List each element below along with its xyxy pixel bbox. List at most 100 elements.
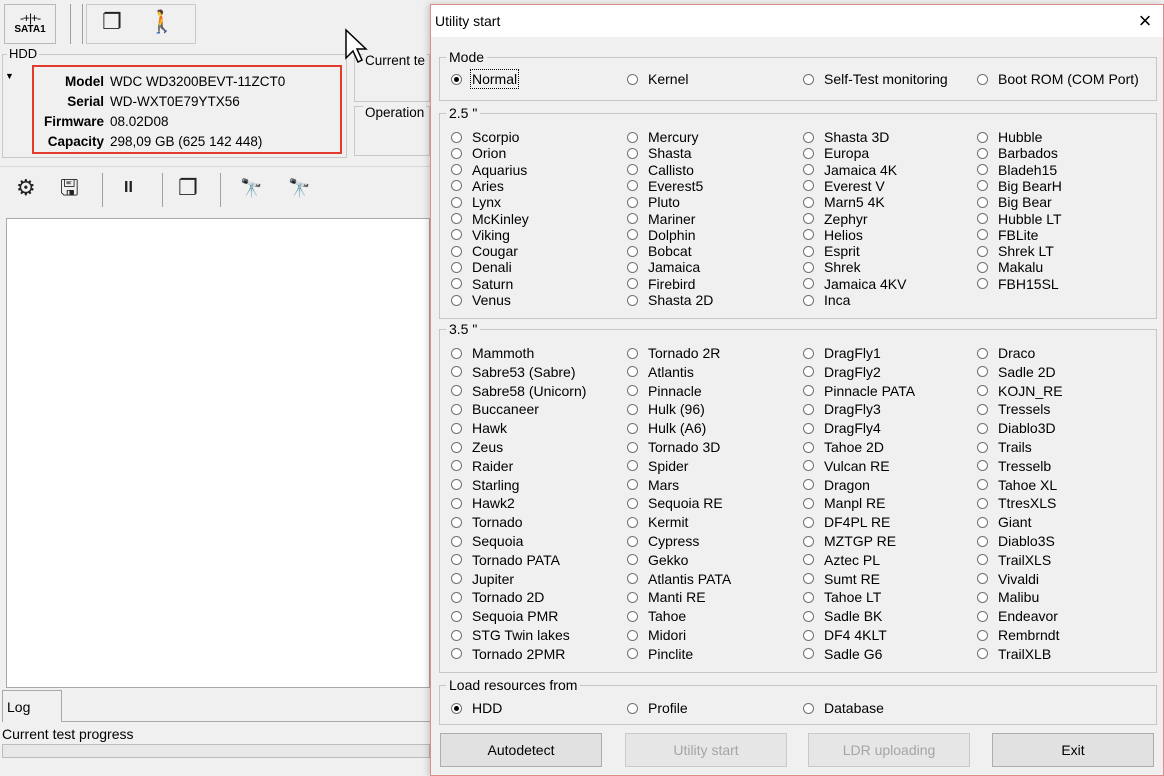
radio-circle-icon[interactable] xyxy=(627,403,638,415)
model35-radio-trailxls[interactable]: TrailXLS xyxy=(977,552,1051,568)
radio-circle-icon[interactable] xyxy=(451,147,462,159)
model35-radio-tahoe[interactable]: Tahoe xyxy=(627,608,686,624)
radio-circle-icon[interactable] xyxy=(451,403,462,415)
binoculars-icon[interactable]: 🔭 xyxy=(240,175,262,201)
utility-start-button[interactable]: Utility start xyxy=(625,733,787,767)
model25-radio-saturn[interactable]: Saturn xyxy=(451,276,513,292)
radio-circle-icon[interactable] xyxy=(451,648,462,660)
radio-circle-icon[interactable] xyxy=(977,385,988,397)
radio-circle-icon[interactable] xyxy=(627,554,638,566)
radio-circle-icon[interactable] xyxy=(451,229,462,241)
model25-radio-europa[interactable]: Europa xyxy=(803,145,869,161)
model35-radio-tornado-2d[interactable]: Tornado 2D xyxy=(451,589,544,605)
pause-icon[interactable]: II xyxy=(124,175,133,201)
radio-circle-icon[interactable] xyxy=(977,610,988,622)
model35-radio-mztgp-re[interactable]: MZTGP RE xyxy=(803,533,896,549)
mode-radio-self-test-monitoring[interactable]: Self-Test monitoring xyxy=(803,71,948,87)
radio-circle-icon[interactable] xyxy=(627,213,638,224)
radio-circle-icon[interactable] xyxy=(627,73,638,85)
radio-circle-icon[interactable] xyxy=(627,702,638,714)
radio-circle-icon[interactable] xyxy=(803,366,814,378)
radio-circle-icon[interactable] xyxy=(803,196,814,208)
exit-door-icon[interactable]: 🚶 xyxy=(148,10,175,34)
model25-radio-jamaica-4k[interactable]: Jamaica 4K xyxy=(803,162,897,178)
model35-radio-draco[interactable]: Draco xyxy=(977,345,1035,361)
radio-circle-icon[interactable] xyxy=(977,403,988,415)
radio-circle-icon[interactable] xyxy=(977,648,988,660)
radio-circle-icon[interactable] xyxy=(627,229,638,241)
radio-circle-icon[interactable] xyxy=(627,180,638,192)
radio-circle-icon[interactable] xyxy=(977,366,988,378)
model35-radio-manti-re[interactable]: Manti RE xyxy=(627,589,706,605)
radio-circle-icon[interactable] xyxy=(977,629,988,641)
model25-radio-denali[interactable]: Denali xyxy=(451,259,512,275)
model35-radio-atlantis[interactable]: Atlantis xyxy=(627,364,694,380)
model35-radio-kojn-re[interactable]: KOJN_RE xyxy=(977,383,1063,399)
radio-circle-icon[interactable] xyxy=(627,245,638,257)
radio-circle-icon[interactable] xyxy=(803,702,814,714)
radio-circle-icon[interactable] xyxy=(803,554,814,566)
radio-circle-icon[interactable] xyxy=(803,479,814,491)
model35-radio-diablo3d[interactable]: Diablo3D xyxy=(977,420,1056,436)
model25-radio-dolphin[interactable]: Dolphin xyxy=(627,227,695,243)
model25-radio-fbh15sl[interactable]: FBH15SL xyxy=(977,276,1059,292)
sata-port-button[interactable]: -+|+- SATA1 xyxy=(4,4,56,44)
autodetect-button[interactable]: Autodetect xyxy=(440,733,602,767)
radio-circle-icon[interactable] xyxy=(803,573,814,585)
model35-radio-diablo3s[interactable]: Diablo3S xyxy=(977,533,1055,549)
model35-radio-atlantis-pata[interactable]: Atlantis PATA xyxy=(627,571,731,587)
radio-circle-icon[interactable] xyxy=(451,385,462,397)
model35-radio-pinnacle[interactable]: Pinnacle xyxy=(627,383,702,399)
model35-radio-tressels[interactable]: Tressels xyxy=(977,401,1050,417)
model25-radio-fblite[interactable]: FBLite xyxy=(977,227,1038,243)
radio-circle-icon[interactable] xyxy=(803,164,814,176)
model25-radio-jamaica[interactable]: Jamaica xyxy=(627,259,700,275)
radio-circle-icon[interactable] xyxy=(627,131,638,143)
model25-radio-lynx[interactable]: Lynx xyxy=(451,194,501,210)
tab-log[interactable]: Log xyxy=(2,690,62,722)
model25-radio-cougar[interactable]: Cougar xyxy=(451,243,518,259)
model35-radio-manpl-re[interactable]: Manpl RE xyxy=(803,495,885,511)
model25-radio-viking[interactable]: Viking xyxy=(451,227,510,243)
radio-circle-icon[interactable] xyxy=(977,347,988,359)
radio-circle-icon[interactable] xyxy=(627,573,638,585)
radio-circle-icon[interactable] xyxy=(977,535,988,547)
radio-circle-icon[interactable] xyxy=(803,591,814,603)
model25-radio-inca[interactable]: Inca xyxy=(803,292,850,308)
model35-radio-sabre53-sabre[interactable]: Sabre53 (Sabre) xyxy=(451,364,576,380)
ldr-uploading-button[interactable]: LDR uploading xyxy=(808,733,970,767)
radio-circle-icon[interactable] xyxy=(451,294,462,306)
model35-radio-pinnacle-pata[interactable]: Pinnacle PATA xyxy=(803,383,915,399)
mode-radio-boot-rom-com-port[interactable]: Boot ROM (COM Port) xyxy=(977,71,1139,87)
radio-circle-icon[interactable] xyxy=(627,164,638,176)
model35-radio-sequoia[interactable]: Sequoia xyxy=(451,533,523,549)
model35-radio-cypress[interactable]: Cypress xyxy=(627,533,699,549)
model35-radio-buccaneer[interactable]: Buccaneer xyxy=(451,401,539,417)
radio-circle-icon[interactable] xyxy=(627,347,638,359)
model35-radio-tornado-2pmr[interactable]: Tornado 2PMR xyxy=(451,646,565,662)
radio-circle-icon[interactable] xyxy=(977,591,988,603)
model25-radio-orion[interactable]: Orion xyxy=(451,145,506,161)
model35-radio-raider[interactable]: Raider xyxy=(451,458,513,474)
radio-circle-icon[interactable] xyxy=(803,131,814,143)
model35-radio-stg-twin-lakes[interactable]: STG Twin lakes xyxy=(451,627,570,643)
radio-circle-icon[interactable] xyxy=(627,294,638,306)
radio-circle-icon[interactable] xyxy=(451,73,462,85)
radio-circle-icon[interactable] xyxy=(451,131,462,143)
radio-circle-icon[interactable] xyxy=(977,516,988,528)
model35-radio-kermit[interactable]: Kermit xyxy=(627,514,688,530)
radio-circle-icon[interactable] xyxy=(451,196,462,208)
radio-circle-icon[interactable] xyxy=(627,278,638,290)
close-icon[interactable]: × xyxy=(1131,7,1159,35)
model25-radio-aries[interactable]: Aries xyxy=(451,178,504,194)
radio-circle-icon[interactable] xyxy=(627,648,638,660)
radio-circle-icon[interactable] xyxy=(803,535,814,547)
model35-radio-tresselb[interactable]: Tresselb xyxy=(977,458,1051,474)
radio-circle-icon[interactable] xyxy=(803,245,814,257)
model35-radio-giant[interactable]: Giant xyxy=(977,514,1031,530)
model35-radio-sumt-re[interactable]: Sumt RE xyxy=(803,571,880,587)
model25-radio-hubble[interactable]: Hubble xyxy=(977,129,1042,145)
model25-radio-makalu[interactable]: Makalu xyxy=(977,259,1043,275)
mode-radio-kernel[interactable]: Kernel xyxy=(627,71,688,87)
radio-circle-icon[interactable] xyxy=(451,366,462,378)
